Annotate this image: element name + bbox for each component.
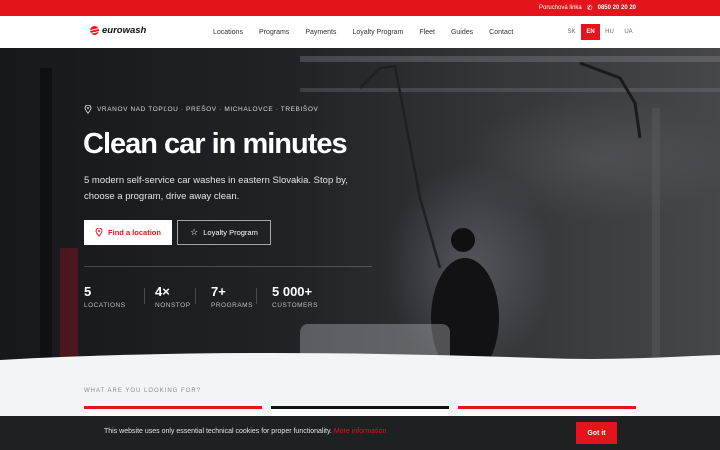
nav-item-loyalty-program[interactable]: Loyalty Program: [352, 29, 403, 36]
stat-value: 5: [84, 284, 92, 299]
hero-background-image: [40, 56, 720, 366]
hero-locations-eyebrow: VRANOV NAD TOPĽOU · PREŠOV · MICHALOVCE …: [84, 105, 318, 114]
site-header: eurowash Locations Programs Payments Loy…: [0, 16, 720, 48]
stat-label: LOCATIONS: [84, 302, 126, 309]
stat-value: 5 000+: [272, 284, 313, 299]
cookie-message: This website uses only essential technic…: [104, 428, 332, 435]
hero-title: Clean car in minutes: [83, 128, 348, 160]
star-icon: ☆: [190, 227, 199, 237]
stat-value: 7+: [211, 284, 226, 299]
eyebrow-text: VRANOV NAD TOPĽOU · PREŠOV · MICHALOVCE …: [97, 106, 319, 113]
top-bar: Poruchová linka ✆ 0850 20 20 20: [0, 0, 720, 16]
logo-text: eurowash: [102, 25, 147, 36]
lang-ua[interactable]: UA: [619, 24, 638, 40]
stat-locations: 5 LOCATIONS: [84, 284, 144, 309]
loyalty-program-button[interactable]: ☆ Loyalty Program: [177, 220, 271, 245]
cookie-text: This website uses only essential technic…: [104, 428, 386, 435]
stat-label: NONSTOP: [155, 302, 191, 309]
phone-icon: ✆: [586, 5, 593, 12]
hotline-label: Poruchová linka: [539, 5, 582, 11]
stats-divider: [84, 266, 372, 267]
find-location-label: Find a location: [108, 228, 161, 237]
hero-bottom-wave: [0, 353, 720, 366]
map-pin-icon: [84, 105, 92, 114]
lang-en[interactable]: EN: [581, 24, 600, 40]
hero-stats: 5 LOCATIONS 4× NONSTOP 7+ PROGRAMS 5 000…: [84, 284, 337, 309]
lang-hu[interactable]: HU: [600, 24, 619, 40]
hero-subtitle: 5 modern self-service car washes in east…: [84, 175, 348, 202]
nav-item-fleet[interactable]: Fleet: [419, 29, 435, 36]
stat-programs: 7+ PROGRAMS: [196, 284, 256, 309]
cookie-banner: This website uses only essential technic…: [0, 416, 720, 450]
nav-item-payments[interactable]: Payments: [305, 29, 336, 36]
lang-sk[interactable]: SK: [562, 24, 581, 40]
stat-customers: 5 000+ CUSTOMERS: [257, 284, 337, 309]
nav-item-guides[interactable]: Guides: [451, 29, 473, 36]
section-label: WHAT ARE YOU LOOKING FOR?: [84, 388, 202, 394]
hotline-number[interactable]: 0850 20 20 20: [598, 5, 636, 11]
find-location-button[interactable]: Find a location: [84, 220, 172, 245]
stat-label: PROGRAMS: [211, 302, 253, 309]
stat-nonstop: 4× NONSTOP: [145, 284, 195, 309]
logo-mark-icon: [90, 26, 99, 35]
hero-section: VRANOV NAD TOPĽOU · PREŠOV · MICHALOVCE …: [0, 48, 720, 366]
cookie-accept-button[interactable]: Got it: [576, 422, 617, 444]
cookie-more-info-link[interactable]: More information: [334, 428, 387, 435]
stat-value: 4×: [155, 284, 170, 299]
nav-item-locations[interactable]: Locations: [213, 29, 243, 36]
stat-label: CUSTOMERS: [272, 302, 318, 309]
logo[interactable]: eurowash: [90, 25, 146, 36]
nav-item-programs[interactable]: Programs: [259, 29, 289, 36]
main-nav: Locations Programs Payments Loyalty Prog…: [213, 16, 529, 48]
language-switcher: SK EN HU UA: [562, 24, 638, 40]
loyalty-program-label: Loyalty Program: [203, 228, 258, 237]
map-pin-icon: [95, 228, 103, 237]
nav-item-contact[interactable]: Contact: [489, 29, 513, 36]
